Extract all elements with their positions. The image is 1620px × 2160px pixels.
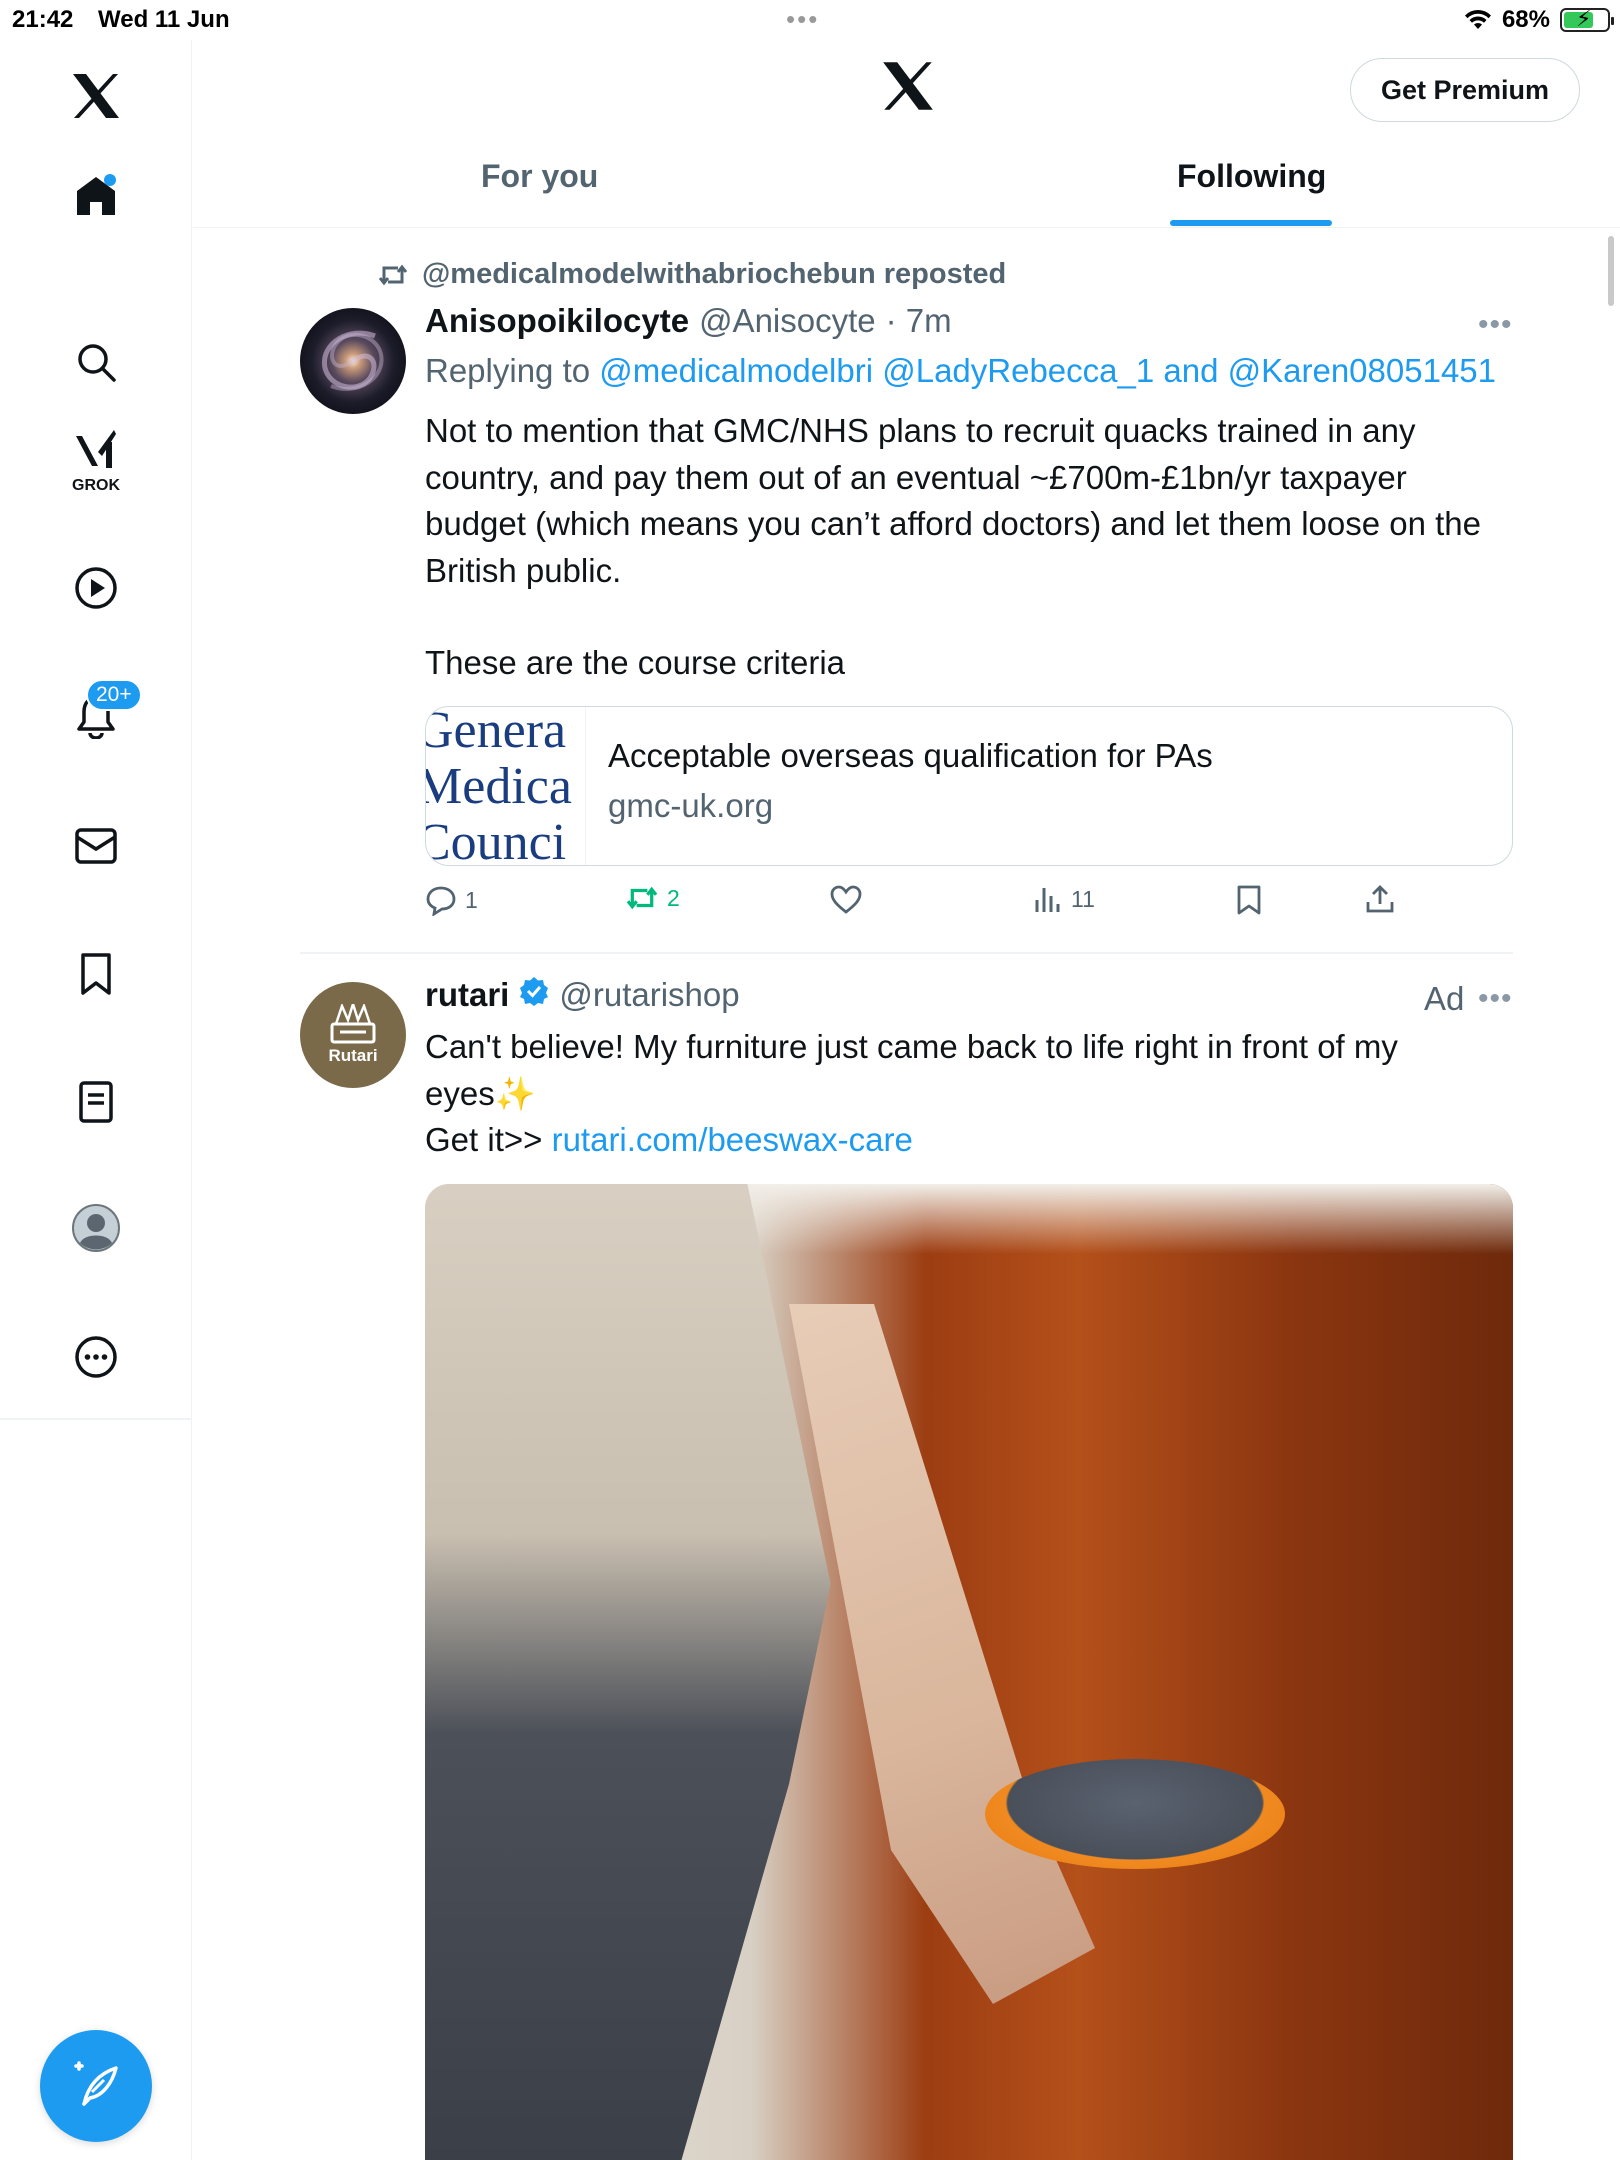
thumb-line: Medica [426, 758, 572, 815]
repost-count: 2 [667, 884, 680, 911]
author-handle[interactable]: @rutarishop [559, 976, 739, 1014]
repost-icon [378, 264, 408, 285]
sidebar-item-grok[interactable] [64, 418, 128, 482]
link-card-thumbnail: Genera Medica Counci [426, 707, 586, 866]
tab-following[interactable]: Following [1177, 158, 1326, 195]
views-icon [1035, 888, 1060, 912]
tweet-text-2: These are the course criteria [425, 644, 846, 681]
link-card-domain: gmc-uk.org [608, 787, 774, 824]
x-logo-icon[interactable] [881, 60, 935, 117]
get-premium-button[interactable]: Get Premium [1350, 58, 1580, 122]
tweet-time[interactable]: · 7m [886, 302, 952, 340]
sparkle-emoji: ✨ [494, 1074, 536, 1112]
notifications-count-badge: 20+ [86, 679, 142, 711]
heart-icon [830, 885, 862, 914]
share-icon [1366, 885, 1394, 913]
sidebar-item-video[interactable] [64, 556, 128, 620]
sidebar-item-notifications[interactable]: 20+ [64, 679, 142, 749]
ad-link[interactable]: rutari.com/beeswax-care [552, 1121, 913, 1158]
reply-button[interactable]: 1 [425, 884, 478, 916]
sidebar-nav: GROK 20+ [0, 40, 192, 2160]
status-date: Wed 11 Jun [98, 6, 230, 33]
ad-cta-prefix: Get it>> [425, 1121, 552, 1158]
battery-percent: 68% [1501, 6, 1550, 33]
thumb-line: Counci [426, 814, 567, 866]
views-count: 11 [1071, 885, 1095, 912]
verified-badge-icon [520, 977, 549, 1006]
ad-text: Can't believe! My furniture just came ba… [425, 1028, 1398, 1112]
status-right: 68% ⚡ [1464, 6, 1614, 34]
active-tab-indicator [1170, 220, 1332, 226]
profile-icon [72, 1204, 120, 1252]
replying-to-label: Replying to [425, 352, 591, 389]
status-time: 21:42 [12, 6, 74, 33]
wifi-icon [1464, 9, 1491, 29]
bookmark-icon [1237, 885, 1261, 915]
link-card[interactable]: Genera Medica Counci Acceptable overseas… [425, 706, 1513, 866]
ad-label: Ad [1424, 980, 1465, 1017]
battery-icon: ⚡ [1560, 6, 1614, 32]
replying-to: Replying to @medicalmodelbri @LadyRebecc… [425, 352, 1496, 390]
repost-button[interactable]: 2 [625, 884, 680, 912]
tweet-divider [300, 952, 1513, 954]
avatar-label: Rutari [328, 1046, 378, 1065]
author-name[interactable]: Anisopoikilocyte [425, 302, 689, 340]
tweet-actions: 1 2 11 [425, 884, 1425, 924]
video-frame-sponge [985, 1759, 1285, 1869]
compose-button[interactable] [40, 2030, 152, 2142]
bookmarks-icon [81, 953, 111, 995]
search-icon [78, 344, 116, 382]
grok-icon [76, 430, 116, 468]
thumb-line: Genera [426, 707, 567, 759]
author-handle[interactable]: @Anisocyte [699, 302, 876, 340]
messages-icon [75, 828, 117, 864]
replying-to-users[interactable]: @medicalmodelbri @LadyRebecca_1 and @Kar… [599, 352, 1496, 389]
multitasking-dots-icon[interactable]: ••• [786, 4, 819, 35]
home-unread-dot [104, 174, 116, 186]
video-icon [75, 567, 117, 609]
author-name[interactable]: rutari [425, 976, 509, 1014]
reply-icon [426, 886, 456, 916]
like-button[interactable] [829, 884, 871, 916]
views-button[interactable]: 11 [1033, 884, 1095, 914]
tweet-more-icon[interactable]: ••• [1478, 308, 1513, 342]
avatar[interactable] [300, 308, 406, 414]
bookmark-button[interactable] [1236, 884, 1262, 916]
link-card-title: Acceptable overseas qualification for PA… [608, 737, 1213, 774]
status-bar: 21:42 Wed 11 Jun ••• 68% ⚡ [0, 0, 1620, 40]
sidebar-item-more[interactable] [64, 1325, 128, 1389]
reply-count: 1 [465, 886, 478, 913]
lists-icon [79, 1081, 113, 1123]
repost-context: @medicalmodelwithabriochebun reposted [378, 258, 1006, 291]
compose-icon [74, 2061, 118, 2106]
x-logo-icon[interactable] [64, 64, 128, 128]
sidebar-divider [0, 1418, 192, 1420]
tweet-author: rutari @rutarishop [425, 976, 740, 1014]
timeline-header: Get Premium For you Following [193, 40, 1620, 228]
scrollbar[interactable] [1608, 236, 1614, 306]
tab-for-you[interactable]: For you [481, 158, 598, 195]
sidebar-item-lists[interactable] [64, 1070, 128, 1134]
tweet-author: Anisopoikilocyte @Anisocyte · 7m [425, 302, 952, 340]
sidebar-item-explore[interactable] [64, 330, 128, 394]
share-button[interactable] [1365, 884, 1395, 914]
repost-icon [626, 886, 658, 910]
tweet-more-icon[interactable]: ••• [1478, 982, 1513, 1016]
tweet-text: Not to mention that GMC/NHS plans to rec… [425, 412, 1482, 589]
repost-text[interactable]: @medicalmodelwithabriochebun reposted [422, 258, 1006, 291]
ad-video[interactable] [425, 1184, 1513, 2160]
sidebar-item-home[interactable] [64, 164, 128, 228]
sidebar-item-bookmarks[interactable] [64, 942, 128, 1006]
more-icon [75, 1336, 117, 1378]
avatar[interactable]: Rutari [300, 982, 406, 1088]
sidebar-item-messages[interactable] [64, 814, 128, 878]
tweet-text: Can't believe! My furniture just came ba… [425, 1024, 1425, 1164]
sidebar-item-profile[interactable] [64, 1196, 128, 1260]
tissue-box-icon [330, 1004, 376, 1044]
grok-label: GROK [72, 477, 120, 494]
